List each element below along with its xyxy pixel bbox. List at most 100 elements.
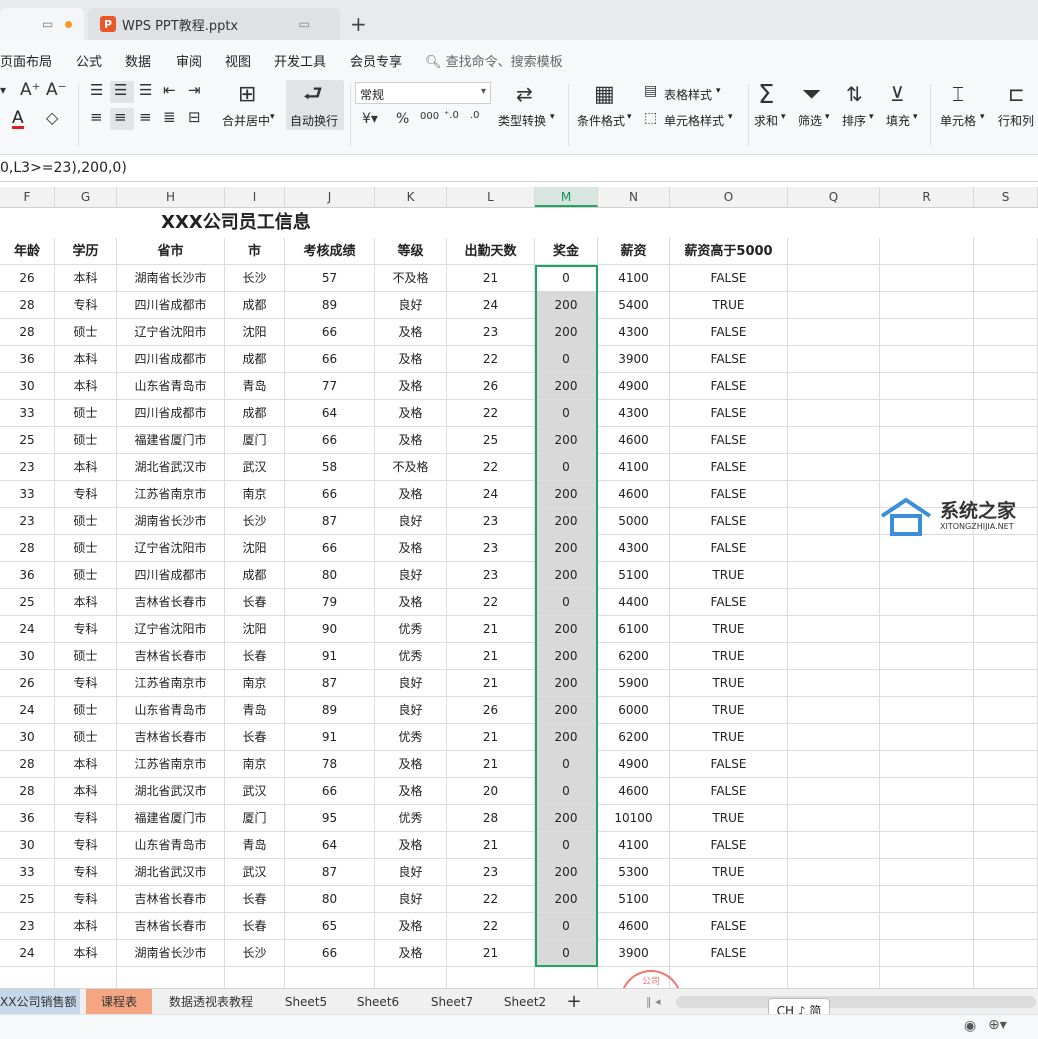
table-cell[interactable]: 5300 xyxy=(598,859,670,886)
table-cell[interactable]: 22 xyxy=(447,400,535,427)
distribute-icon[interactable]: ⊟ xyxy=(188,110,201,125)
empty-cell[interactable] xyxy=(974,319,1038,346)
table-cell[interactable]: 硕士 xyxy=(55,562,117,589)
column-header-o[interactable]: O xyxy=(670,187,788,207)
empty-cell[interactable] xyxy=(880,319,974,346)
table-cell[interactable]: 24 xyxy=(0,616,55,643)
column-header-g[interactable]: G xyxy=(55,187,117,207)
table-cell[interactable]: 21 xyxy=(447,832,535,859)
table-cell[interactable]: 长沙 xyxy=(225,265,285,292)
empty-cell[interactable] xyxy=(974,913,1038,940)
cell-style-button[interactable]: 单元格样式 xyxy=(664,112,724,129)
table-cell[interactable]: 30 xyxy=(0,643,55,670)
empty-cell[interactable] xyxy=(974,454,1038,481)
empty-cell[interactable] xyxy=(880,292,974,319)
table-cell[interactable]: 66 xyxy=(285,940,375,967)
table-cell[interactable]: 山东省青岛市 xyxy=(117,697,225,724)
table-cell[interactable]: 及格 xyxy=(375,589,447,616)
table-cell[interactable]: 5100 xyxy=(598,562,670,589)
column-header-q[interactable]: Q xyxy=(788,187,880,207)
sheet-tab[interactable]: Sheet7 xyxy=(418,989,486,1015)
table-cell[interactable]: 硕士 xyxy=(55,535,117,562)
table-cell[interactable]: TRUE xyxy=(670,643,788,670)
empty-cell[interactable] xyxy=(974,697,1038,724)
empty-cell[interactable] xyxy=(788,643,880,670)
table-cell[interactable]: 4300 xyxy=(598,400,670,427)
sheet-title[interactable]: XXX公司员工信息 xyxy=(116,207,356,238)
empty-cell[interactable] xyxy=(974,751,1038,778)
table-style-button[interactable]: 表格样式 xyxy=(664,86,712,103)
table-cell[interactable]: 厦门 xyxy=(225,427,285,454)
formula-bar[interactable]: 0,L3>=23),200,0) xyxy=(0,155,1038,182)
table-cell[interactable]: 25 xyxy=(447,427,535,454)
table-cell[interactable]: 64 xyxy=(285,832,375,859)
align-bottom-icon[interactable]: ☰ xyxy=(139,83,152,98)
table-cell[interactable]: 23 xyxy=(447,535,535,562)
table-cell[interactable]: 福建省厦门市 xyxy=(117,427,225,454)
scroll-left-icon[interactable]: ‖ ◂ xyxy=(646,989,661,1015)
table-cell[interactable]: 20 xyxy=(447,778,535,805)
empty-cell[interactable] xyxy=(788,508,880,535)
font-color-icon[interactable]: A xyxy=(12,110,24,129)
table-cell[interactable]: 28 xyxy=(0,778,55,805)
table-cell[interactable]: 26 xyxy=(0,670,55,697)
table-cell[interactable]: 良好 xyxy=(375,508,447,535)
column-header-h[interactable]: H xyxy=(117,187,225,207)
decrease-decimal-icon[interactable]: .0 xyxy=(470,111,480,121)
table-cell[interactable]: 专科 xyxy=(55,886,117,913)
table-cell[interactable]: FALSE xyxy=(670,427,788,454)
table-cell[interactable]: 专科 xyxy=(55,481,117,508)
table-cell[interactable]: 青岛 xyxy=(225,697,285,724)
table-cell[interactable]: 本科 xyxy=(55,373,117,400)
table-cell[interactable]: 36 xyxy=(0,346,55,373)
table-cell[interactable]: 长春 xyxy=(225,886,285,913)
table-cell[interactable]: 长春 xyxy=(225,724,285,751)
table-cell[interactable]: 吉林省长春市 xyxy=(117,886,225,913)
table-cell[interactable]: 66 xyxy=(285,778,375,805)
table-cell[interactable]: 辽宁省沈阳市 xyxy=(117,319,225,346)
percent-icon[interactable]: % xyxy=(396,112,409,126)
table-cell[interactable]: 23 xyxy=(0,913,55,940)
table-cell[interactable]: 200 xyxy=(535,535,598,562)
table-cell[interactable]: TRUE xyxy=(670,292,788,319)
table-cell[interactable]: 200 xyxy=(535,508,598,535)
table-cell[interactable]: 200 xyxy=(535,643,598,670)
table-cell[interactable]: 0 xyxy=(535,940,598,967)
table-cell[interactable]: 吉林省长春市 xyxy=(117,643,225,670)
table-cell[interactable]: 不及格 xyxy=(375,265,447,292)
empty-cell[interactable] xyxy=(880,832,974,859)
empty-cell[interactable] xyxy=(880,697,974,724)
empty-cell[interactable] xyxy=(788,292,880,319)
table-cell[interactable]: FALSE xyxy=(670,373,788,400)
table-cell[interactable]: 本科 xyxy=(55,454,117,481)
empty-cell[interactable] xyxy=(974,238,1038,265)
sheet-tab[interactable]: XX公司销售额 xyxy=(0,989,80,1015)
empty-cell[interactable] xyxy=(788,616,880,643)
table-cell[interactable]: FALSE xyxy=(670,832,788,859)
table-cell[interactable]: 硕士 xyxy=(55,643,117,670)
table-cell[interactable]: FALSE xyxy=(670,265,788,292)
align-right-icon[interactable]: ≡ xyxy=(139,110,152,125)
align-top-icon[interactable]: ☰ xyxy=(90,83,103,98)
table-cell[interactable]: 22 xyxy=(447,886,535,913)
table-cell[interactable]: 25 xyxy=(0,886,55,913)
table-cell[interactable]: 及格 xyxy=(375,481,447,508)
empty-cell[interactable] xyxy=(788,454,880,481)
table-cell[interactable]: 66 xyxy=(285,427,375,454)
table-cell[interactable]: 4900 xyxy=(598,751,670,778)
menu-membership[interactable]: 会员专享 xyxy=(350,51,402,70)
row-col-icon[interactable]: ⊏ xyxy=(1008,84,1025,104)
table-cell[interactable]: 24 xyxy=(0,940,55,967)
table-cell[interactable]: 23 xyxy=(447,859,535,886)
table-cell[interactable]: 长沙 xyxy=(225,508,285,535)
table-cell[interactable]: 4900 xyxy=(598,373,670,400)
table-cell[interactable]: 4100 xyxy=(598,265,670,292)
table-cell[interactable]: 25 xyxy=(0,589,55,616)
table-cell[interactable]: 良好 xyxy=(375,562,447,589)
sheet-tab[interactable]: Sheet2 xyxy=(492,989,558,1015)
increase-decimal-icon[interactable]: ⁺.0 xyxy=(444,111,459,121)
empty-cell[interactable] xyxy=(880,427,974,454)
table-cell[interactable]: 优秀 xyxy=(375,643,447,670)
column-header-n[interactable]: N xyxy=(598,187,670,207)
table-cell[interactable]: 87 xyxy=(285,670,375,697)
